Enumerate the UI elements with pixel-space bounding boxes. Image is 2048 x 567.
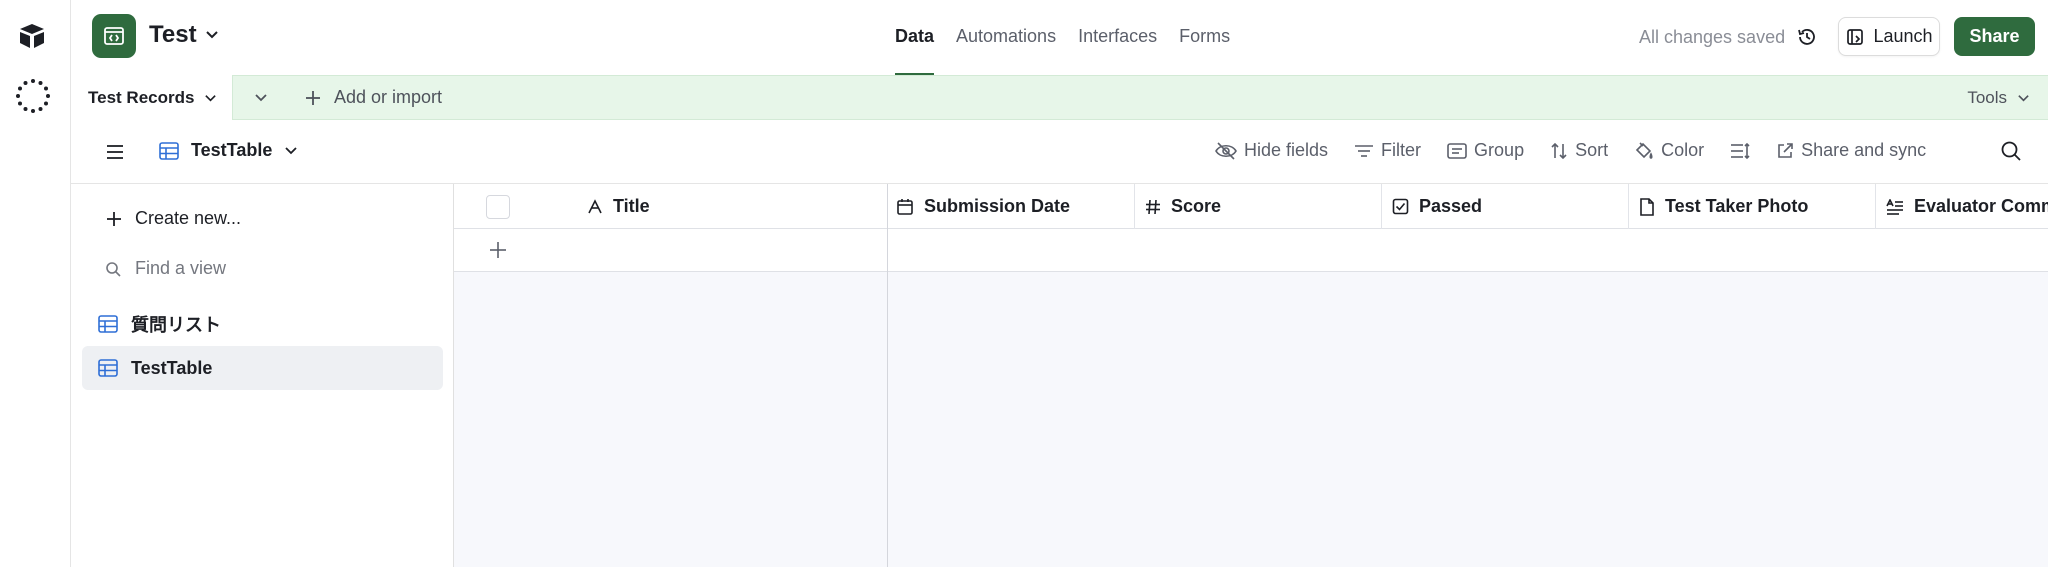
search-icon[interactable]: [2000, 140, 2024, 164]
sort-icon: [1550, 142, 1568, 160]
eye-off-icon: [1215, 141, 1237, 160]
tab-forms[interactable]: Forms: [1179, 0, 1230, 75]
tab-interfaces[interactable]: Interfaces: [1078, 0, 1157, 75]
view-item-label: 質問リスト: [131, 315, 221, 335]
sort-button[interactable]: Sort: [1550, 140, 1608, 161]
column-header-test-taker-photo[interactable]: Test Taker Photo: [1629, 184, 1876, 229]
share-and-sync-label: Share and sync: [1801, 140, 1927, 160]
views-sidebar: Create new... Find a view 質問リスト TestTabl…: [71, 184, 454, 567]
view-switcher[interactable]: TestTable: [159, 140, 298, 161]
grid-header: Title Submission Date Score Passed Test: [454, 184, 2048, 229]
view-toolbar: TestTable Hide fields Filter Group Sort …: [71, 120, 2048, 184]
column-header-title[interactable]: Title: [587, 184, 887, 229]
color-button[interactable]: Color: [1634, 140, 1704, 161]
filter-button[interactable]: Filter: [1354, 140, 1421, 161]
add-row-bar[interactable]: [454, 229, 2048, 272]
chevron-down-icon: [2017, 92, 2030, 105]
column-label: Passed: [1419, 196, 1483, 216]
hide-fields-label: Hide fields: [1244, 140, 1329, 160]
column-label: Submission Date: [924, 196, 1071, 216]
group-button[interactable]: Group: [1447, 140, 1524, 161]
row-height-button[interactable]: [1730, 142, 1750, 160]
column-label: Test Taker Photo: [1665, 196, 1809, 216]
chevron-down-icon: [205, 28, 219, 42]
calendar-icon: [896, 198, 914, 216]
filter-icon: [1354, 143, 1374, 159]
history-icon[interactable]: [1796, 26, 1818, 48]
create-new-view-button[interactable]: Create new...: [105, 208, 241, 229]
row-height-icon: [1730, 142, 1750, 160]
launch-button[interactable]: Launch: [1838, 17, 1940, 56]
group-label: Group: [1474, 140, 1525, 160]
filter-label: Filter: [1381, 140, 1422, 160]
chevron-down-icon[interactable]: [204, 92, 217, 105]
find-view-input[interactable]: Find a view: [105, 258, 226, 279]
sidebar-view-item-selected[interactable]: TestTable: [82, 346, 443, 390]
long-text-icon: [1886, 198, 1904, 215]
grid-view-icon: [159, 141, 179, 160]
tools-label: Tools: [1967, 88, 2007, 107]
add-row-plus-icon[interactable]: [487, 239, 509, 261]
chevron-down-icon: [284, 144, 298, 158]
view-tools: Hide fields Filter Group Sort Color Shar…: [1215, 140, 1952, 161]
base-name: Test: [149, 21, 197, 48]
column-label: Evaluator Comme: [1914, 196, 2048, 216]
color-label: Color: [1661, 140, 1705, 160]
airtable-logo-icon[interactable]: [16, 20, 48, 52]
external-link-icon: [1776, 142, 1794, 160]
launch-label: Launch: [1873, 26, 1933, 46]
document-icon: [1639, 197, 1655, 216]
top-bar: Test Data Automations Interfaces Forms A…: [71, 0, 2048, 75]
sort-label: Sort: [1575, 140, 1609, 160]
share-button[interactable]: Share: [1954, 17, 2035, 56]
omni-assistant-icon[interactable]: [14, 77, 52, 115]
tools-dropdown[interactable]: Tools: [1967, 88, 2030, 108]
select-all-checkbox[interactable]: [486, 195, 510, 219]
table-tab-label: Test Records: [88, 88, 195, 107]
table-tab-bar: Test Records Add or import Tools: [71, 75, 2048, 121]
sidebar-view-item[interactable]: 質問リスト: [82, 302, 443, 346]
table-tab-test-records[interactable]: Test Records: [71, 75, 233, 121]
column-header-passed[interactable]: Passed: [1382, 184, 1629, 229]
checkbox-icon: [1392, 198, 1409, 215]
grid-view-icon: [98, 315, 118, 333]
view-item-label: TestTable: [131, 357, 213, 378]
code-window-icon[interactable]: [92, 14, 136, 58]
create-new-label: Create new...: [135, 208, 242, 228]
hamburger-menu-icon[interactable]: [105, 142, 125, 162]
save-status: All changes saved: [1639, 27, 1786, 47]
share-and-sync-button[interactable]: Share and sync: [1776, 140, 1926, 161]
text-field-icon: [587, 198, 603, 215]
left-rail: [0, 0, 71, 567]
grid-view-icon: [98, 359, 118, 377]
column-header-score[interactable]: Score: [1135, 184, 1382, 229]
column-header-submission-date[interactable]: Submission Date: [888, 184, 1135, 229]
data-grid: Title Submission Date Score Passed Test: [454, 184, 2048, 567]
plus-icon: [105, 210, 123, 228]
launch-icon: [1845, 27, 1865, 47]
hash-icon: [1145, 199, 1161, 215]
add-or-import-label: Add or import: [334, 87, 443, 107]
more-tables-chevron-icon[interactable]: [249, 86, 273, 110]
column-label: Title: [613, 196, 650, 216]
current-view-name: TestTable: [191, 140, 273, 160]
search-icon: [105, 261, 121, 277]
tab-data[interactable]: Data: [895, 0, 935, 75]
plus-icon: [304, 89, 322, 107]
frozen-column-divider[interactable]: [887, 184, 888, 567]
column-label: Score: [1171, 196, 1222, 216]
group-icon: [1447, 142, 1467, 159]
add-or-import-button[interactable]: Add or import: [304, 87, 442, 108]
hide-fields-button[interactable]: Hide fields: [1215, 140, 1328, 161]
column-header-evaluator-comments[interactable]: Evaluator Comme: [1876, 184, 2048, 229]
main-nav: Data Automations Interfaces Forms: [895, 0, 1230, 75]
find-view-placeholder: Find a view: [135, 258, 227, 278]
paint-bucket-icon: [1634, 141, 1654, 160]
base-name-dropdown[interactable]: Test: [149, 21, 219, 49]
tab-automations[interactable]: Automations: [956, 0, 1056, 75]
